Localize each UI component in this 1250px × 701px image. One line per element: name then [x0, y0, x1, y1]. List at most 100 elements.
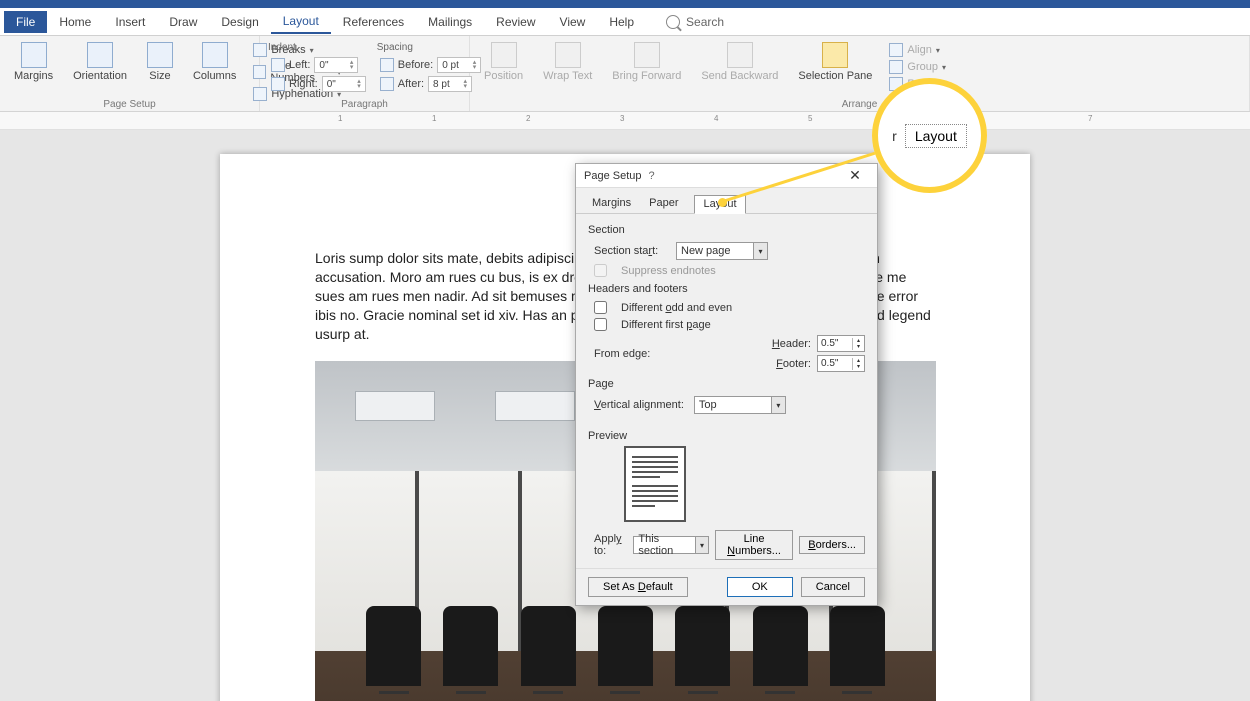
preview-heading: Preview [588, 430, 865, 442]
spacing-before-value[interactable]: 0 pt [442, 60, 459, 71]
valign-combo[interactable]: Top ▾ [694, 396, 786, 414]
tab-insert[interactable]: Insert [103, 11, 157, 33]
orientation-label: Orientation [73, 70, 127, 82]
callout-paper-hint: r [892, 128, 897, 144]
preview-thumbnail [624, 446, 686, 522]
diff-odd-even-checkbox[interactable] [594, 301, 607, 314]
tab-help[interactable]: Help [597, 11, 646, 33]
wrap-text-button: Wrap Text [537, 40, 598, 84]
columns-button[interactable]: Columns [187, 40, 242, 84]
dialog-help-button[interactable]: ? [642, 170, 662, 182]
spacing-after-label: After: [398, 78, 424, 90]
indent-left[interactable]: Left:0"▴▾ [268, 56, 369, 74]
group-icon [889, 60, 903, 74]
diff-first-page-checkbox[interactable] [594, 318, 607, 331]
callout-magnifier: r Layout [872, 78, 987, 193]
bring-label: Bring Forward [612, 70, 681, 82]
indent-left-value[interactable]: 0" [319, 60, 328, 71]
indent-right-icon [271, 77, 285, 91]
spacing-before[interactable]: Before:0 pt▴▾ [377, 56, 484, 74]
footer-value: 0.5" [821, 358, 838, 369]
margins-icon [21, 42, 47, 68]
ok-button[interactable]: OK [727, 577, 793, 597]
menu-bar: File Home Insert Draw Design Layout Refe… [0, 8, 1250, 36]
tab-draw[interactable]: Draw [157, 11, 209, 33]
indent-label: Indent [268, 42, 369, 53]
position-icon [491, 42, 517, 68]
tab-mailings[interactable]: Mailings [416, 11, 484, 33]
bring-forward-button: Bring Forward [606, 40, 687, 84]
spacing-after[interactable]: After:8 pt▴▾ [377, 75, 484, 93]
title-bar [0, 0, 1250, 8]
ribbon: Margins Orientation Size Columns Breaks▾… [0, 36, 1250, 112]
tab-references[interactable]: References [331, 11, 416, 33]
position-label: Position [484, 70, 523, 82]
spacing-after-value[interactable]: 8 pt [433, 79, 450, 90]
section-start-value: New page [681, 245, 731, 257]
dialog-titlebar[interactable]: Page Setup ? ✕ [576, 164, 877, 188]
indent-right-value[interactable]: 0" [327, 79, 336, 90]
dialog-close-button[interactable]: ✕ [841, 167, 869, 184]
dialog-title: Page Setup [584, 170, 642, 182]
indent-left-label: Left: [289, 59, 310, 71]
tab-review[interactable]: Review [484, 11, 547, 33]
orientation-button[interactable]: Orientation [67, 40, 133, 84]
callout-layout-label: Layout [905, 124, 967, 148]
align-label: Align [907, 44, 931, 56]
columns-label: Columns [193, 70, 236, 82]
spacing-label: Spacing [377, 42, 484, 53]
valign-label: Vertical alignment: [594, 399, 684, 411]
chevron-down-icon: ▾ [695, 537, 708, 553]
indent-right[interactable]: Right:0"▴▾ [268, 75, 369, 93]
valign-value: Top [699, 399, 717, 411]
apply-to-label: Apply to: [594, 533, 627, 557]
line-numbers-dialog-button[interactable]: Line Numbers... [715, 530, 794, 560]
size-button[interactable]: Size [141, 40, 179, 84]
apply-to-combo[interactable]: This section▾ [633, 536, 708, 554]
cancel-button[interactable]: Cancel [801, 577, 865, 597]
send-backward-button: Send Backward [695, 40, 784, 84]
borders-dialog-button[interactable]: Borders... [799, 536, 865, 554]
position-button: Position [478, 40, 529, 84]
page-setup-dialog: Page Setup ? ✕ Margins Paper Layout Sect… [575, 163, 878, 606]
chevron-down-icon: ▾ [753, 243, 767, 259]
diff-first-page-label: Different first page [621, 319, 711, 331]
margins-button[interactable]: Margins [8, 40, 59, 84]
section-start-combo[interactable]: New page ▾ [676, 242, 768, 260]
header-spinner[interactable]: 0.5"▴▾ [817, 335, 865, 352]
page-heading: Page [588, 378, 865, 390]
spacing-after-icon [380, 77, 394, 91]
tab-view[interactable]: View [548, 11, 598, 33]
apply-to-value: This section [638, 533, 691, 557]
diff-odd-even-label: Different odd and even [621, 302, 732, 314]
tab-file[interactable]: File [4, 11, 47, 33]
indent-right-label: Right: [289, 78, 318, 90]
group-button: Group▾ [886, 59, 950, 75]
selection-pane-button[interactable]: Selection Pane [792, 40, 878, 84]
tab-layout[interactable]: Layout [271, 10, 331, 34]
columns-icon [202, 42, 228, 68]
horizontal-ruler[interactable]: 1 1 2 3 4 5 6 7 [0, 112, 1250, 130]
tab-margins[interactable]: Margins [590, 194, 633, 213]
send-icon [727, 42, 753, 68]
section-heading: Section [588, 224, 865, 236]
selection-label: Selection Pane [798, 70, 872, 82]
tab-paper[interactable]: Paper [647, 194, 680, 213]
selection-icon [822, 42, 848, 68]
group-paragraph-label: Paragraph [260, 99, 469, 110]
footer-spinner[interactable]: 0.5"▴▾ [817, 355, 865, 372]
search-placeholder: Search [686, 15, 724, 29]
section-start-label: Section start: [594, 245, 666, 257]
chevron-down-icon: ▾ [771, 397, 785, 413]
tab-home[interactable]: Home [47, 11, 103, 33]
from-edge-label: From edge: [594, 348, 666, 360]
align-icon [889, 43, 903, 57]
orientation-icon [87, 42, 113, 68]
group-arrange-label: Arrange [470, 99, 1249, 110]
set-default-button[interactable]: Set As Default [588, 577, 688, 597]
search-box[interactable]: Search [666, 15, 724, 29]
tab-design[interactable]: Design [209, 11, 270, 33]
bring-icon [634, 42, 660, 68]
margins-label: Margins [14, 70, 53, 82]
indent-left-icon [271, 58, 285, 72]
